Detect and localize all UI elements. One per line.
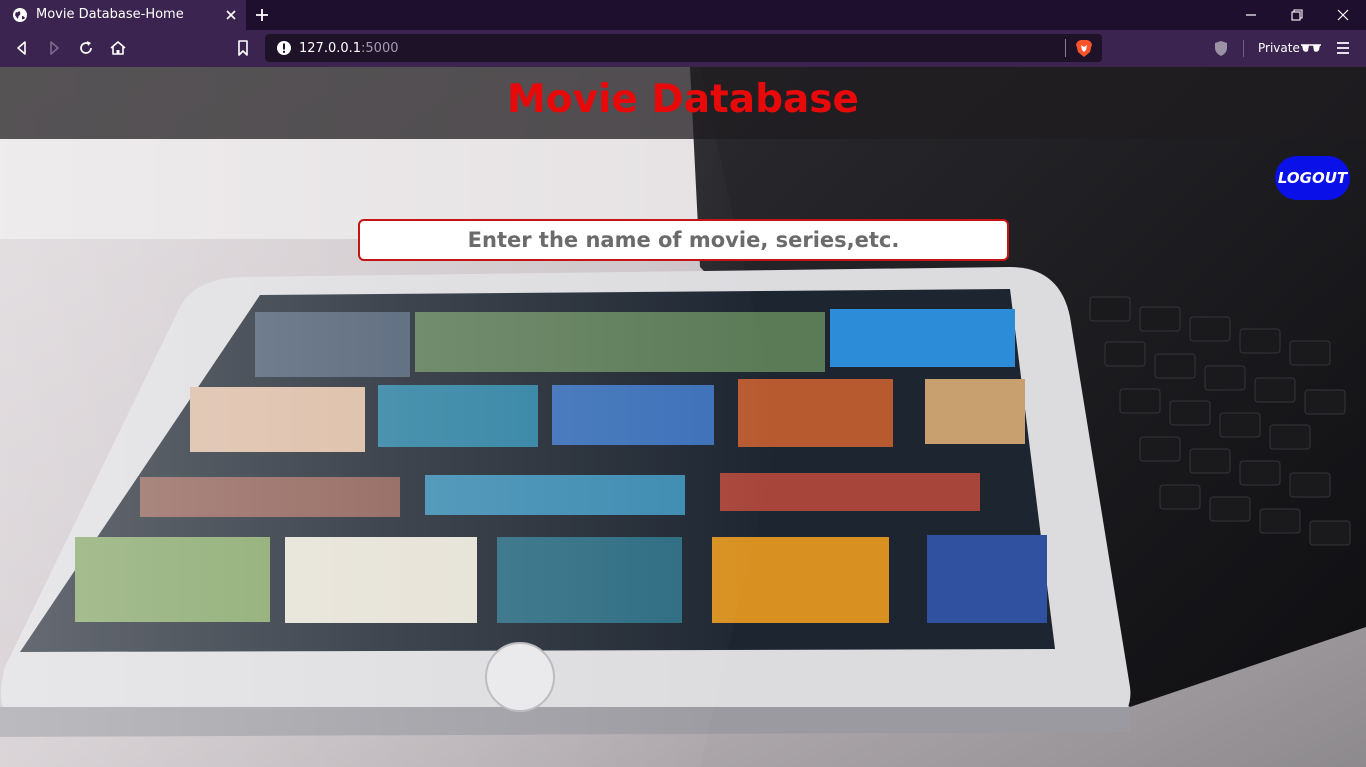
logout-button[interactable]: LOGOUT — [1275, 156, 1350, 200]
minimize-icon — [1246, 14, 1256, 16]
url-port: :5000 — [361, 41, 399, 56]
home-icon[interactable] — [109, 39, 127, 57]
glasses-icon — [1301, 44, 1321, 52]
url-divider — [1065, 39, 1066, 57]
tab-movie-database-home[interactable]: Movie Database-Home — [0, 0, 246, 30]
restore-button[interactable] — [1274, 0, 1320, 30]
close-icon — [1337, 9, 1349, 21]
hamburger-menu-icon[interactable] — [1336, 40, 1350, 56]
url-text[interactable]: 127.0.0.1:5000 — [299, 41, 399, 56]
tab-strip: Movie Database-Home — [0, 0, 1366, 30]
background-photo — [0, 67, 1366, 767]
plus-icon[interactable] — [254, 7, 270, 23]
toolbar-divider — [1243, 40, 1244, 57]
reload-icon[interactable] — [77, 39, 95, 57]
forward-icon[interactable] — [45, 39, 63, 57]
private-label: Private — [1258, 41, 1300, 55]
search-input[interactable] — [358, 219, 1009, 261]
brave-lion-icon[interactable] — [1075, 39, 1093, 58]
back-icon[interactable] — [13, 39, 31, 57]
info-icon[interactable] — [276, 40, 292, 56]
url-host: 127.0.0.1 — [299, 41, 362, 56]
page-content: Movie Database LOGOUT — [0, 67, 1366, 767]
close-icon[interactable] — [224, 8, 238, 22]
globe-icon — [13, 8, 27, 22]
bookmark-icon[interactable] — [234, 39, 252, 57]
restore-icon — [1291, 9, 1303, 21]
minimize-button[interactable] — [1228, 0, 1274, 30]
close-window-button[interactable] — [1320, 0, 1366, 30]
page-title: Movie Database — [507, 77, 859, 122]
shield-icon[interactable] — [1213, 40, 1229, 57]
tab-title: Movie Database-Home — [36, 7, 184, 22]
